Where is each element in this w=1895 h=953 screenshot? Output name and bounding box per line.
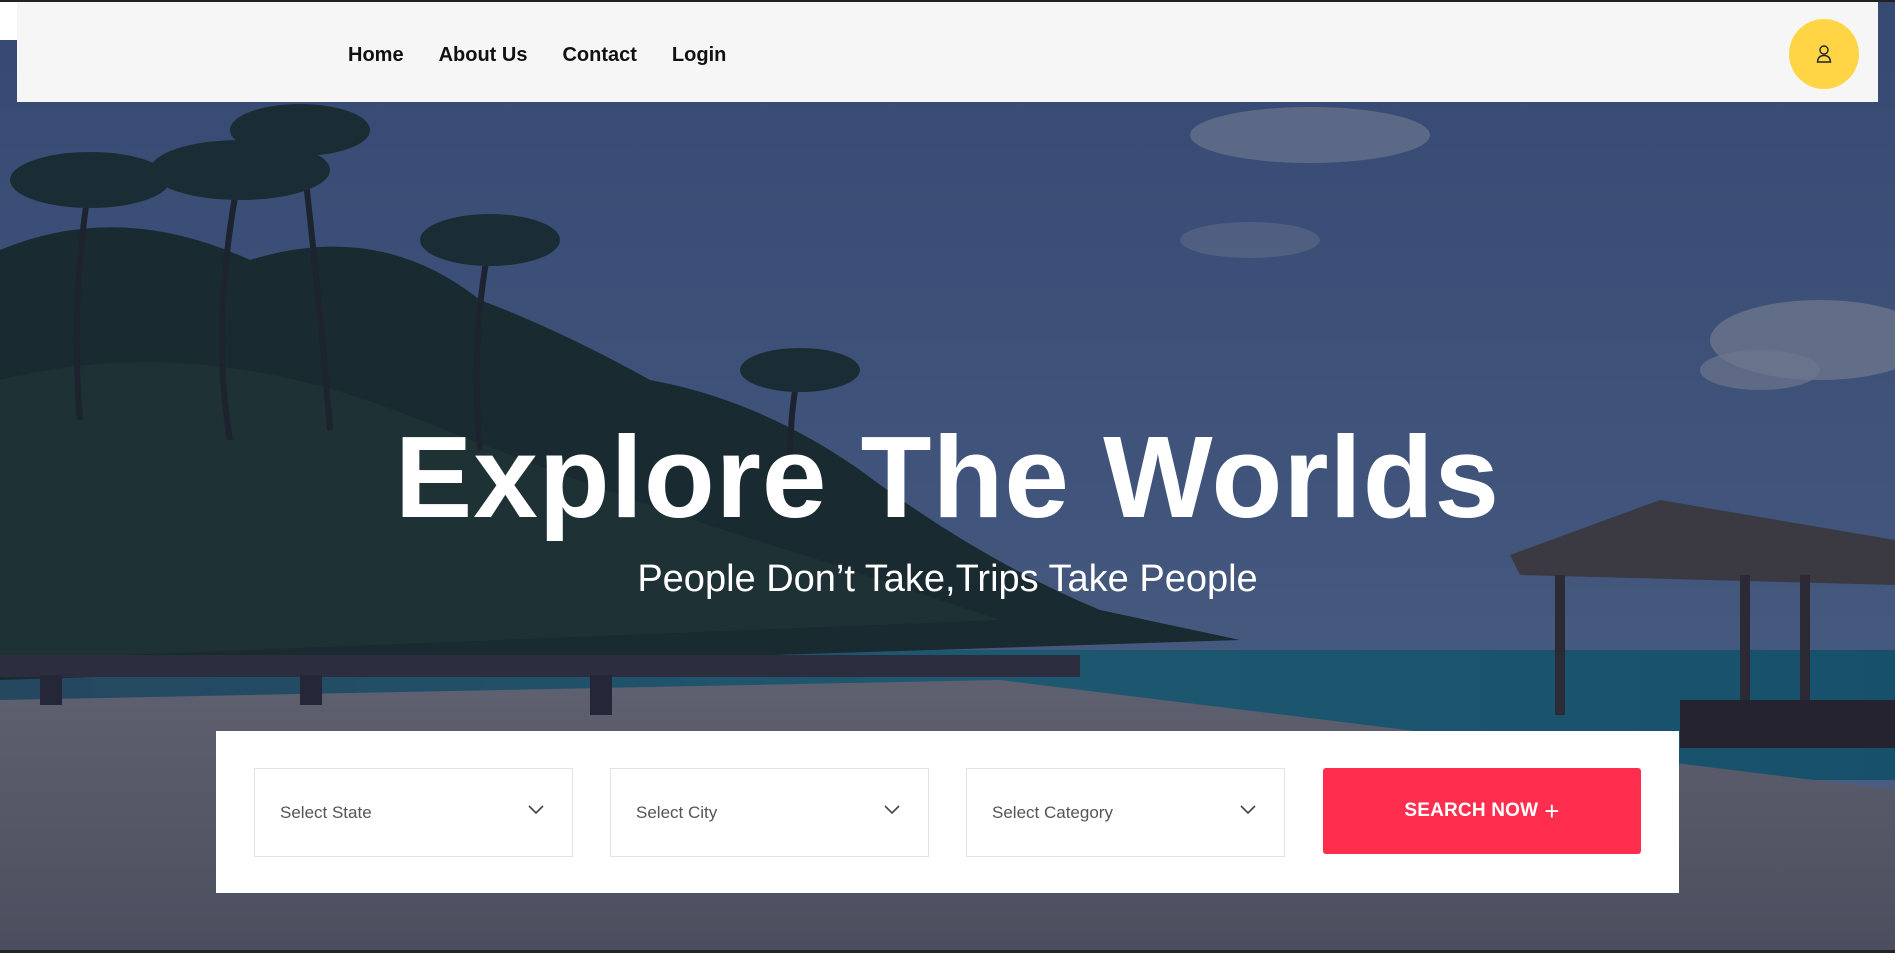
chevron-down-icon [1240,805,1256,815]
select-city-dropdown[interactable]: Select City [610,768,929,857]
nav-about-link[interactable]: About Us [439,38,528,67]
hero-subtitle: People Don’t Take,Trips Take People [637,558,1258,600]
main-nav: Home About Us Contact Login [348,2,761,102]
chevron-down-icon [884,805,900,815]
user-account-button[interactable] [1789,19,1859,89]
nav-home-link[interactable]: Home [348,38,404,67]
select-category-label: Select Category [992,803,1113,822]
chevron-down-icon [528,805,544,815]
search-now-label: SEARCH NOW [1404,800,1539,821]
select-category-dropdown[interactable]: Select Category [966,768,1285,857]
page: Home About Us Contact Login Explore The … [0,0,1895,953]
nav-contact-link[interactable]: Contact [562,38,636,67]
search-now-button[interactable]: SEARCH NOW + [1323,768,1641,854]
plus-icon: + [1544,796,1560,826]
select-city-label: Select City [636,803,718,822]
hero-title: Explore The Worlds [394,412,1501,542]
search-panel: Select State Select City Select Category… [216,731,1679,893]
top-left-gap [0,2,18,40]
select-state-label: Select State [280,803,372,822]
user-icon [1816,45,1832,63]
select-state-dropdown[interactable]: Select State [254,768,573,857]
navbar: Home About Us Contact Login [17,2,1878,102]
nav-login-link[interactable]: Login [672,38,726,67]
